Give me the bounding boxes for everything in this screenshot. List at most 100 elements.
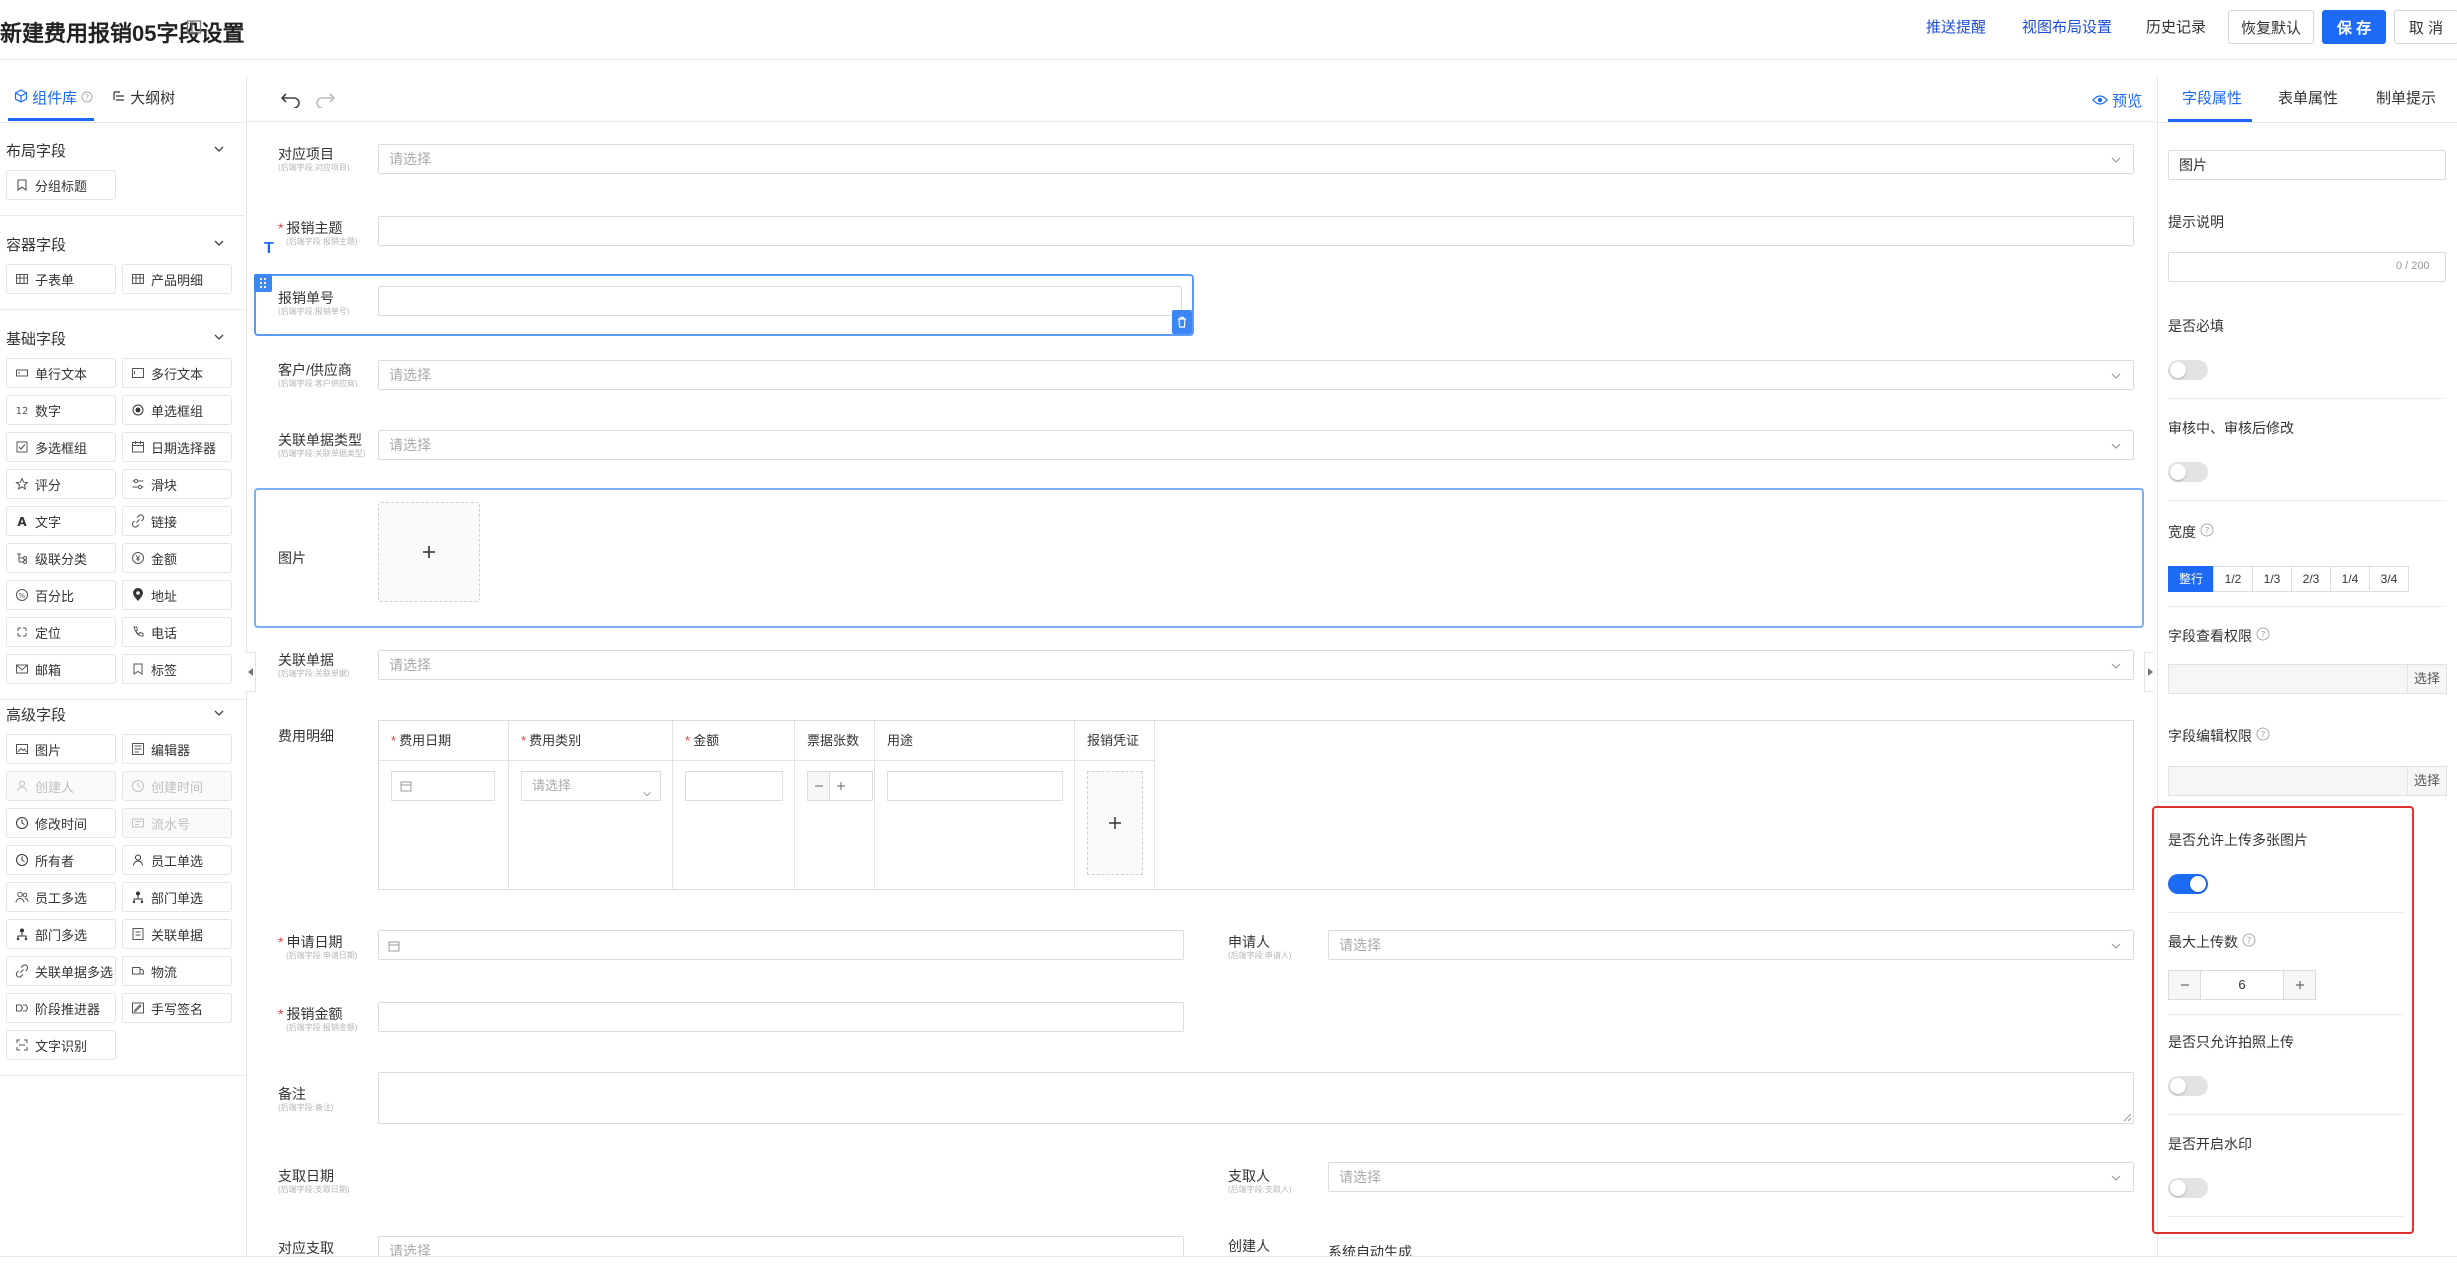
collapse-right-icon[interactable] (2144, 652, 2154, 692)
component-chip[interactable]: 单选框组 (122, 395, 232, 425)
camera-only-toggle[interactable] (2168, 1076, 2208, 1096)
history-link[interactable]: 历史记录 (2146, 16, 2206, 37)
component-chip[interactable]: 标签 (122, 654, 232, 684)
component-chip[interactable]: 单行文本 (6, 358, 116, 388)
minus-icon[interactable] (2169, 971, 2201, 999)
width-option[interactable]: 1/3 (2252, 566, 2292, 592)
number-input[interactable] (378, 286, 1182, 316)
view-perm-input[interactable] (2168, 664, 2408, 694)
expense-category-select[interactable]: 请选择 (521, 771, 661, 801)
component-chip[interactable]: 创建人 (6, 771, 116, 801)
component-chip[interactable]: 关联单据 (122, 919, 232, 949)
chevron-down-icon[interactable] (212, 330, 226, 344)
doc-select[interactable]: 请选择 (378, 650, 2134, 680)
minus-icon[interactable] (808, 772, 830, 800)
component-chip[interactable]: 员工多选 (6, 882, 116, 912)
restore-default-button[interactable]: 恢复默认 (2228, 10, 2315, 44)
section-title[interactable]: 容器字段 (6, 234, 66, 255)
help-icon[interactable]: ? (2256, 727, 2270, 741)
width-option[interactable]: 整行 (2168, 566, 2214, 592)
component-chip[interactable]: 关联单据多选 (6, 956, 116, 986)
component-chip[interactable]: 所有者 (6, 845, 116, 875)
width-option[interactable]: 3/4 (2369, 566, 2409, 592)
undo-icon[interactable] (280, 90, 302, 108)
component-chip[interactable]: 多选框组 (6, 432, 116, 462)
component-chip[interactable]: 链接 (122, 506, 232, 536)
component-chip[interactable]: % 百分比 (6, 580, 116, 610)
preview-button[interactable]: 预览 (2092, 90, 2142, 111)
component-chip[interactable]: 文字识别 (6, 1030, 116, 1060)
multi-upload-toggle[interactable] (2168, 874, 2208, 894)
chevron-down-icon[interactable] (212, 142, 226, 156)
tab-form-properties[interactable]: 表单属性 (2278, 76, 2338, 122)
project-select[interactable]: 请选择 (378, 144, 2134, 174)
expense-date-picker[interactable] (391, 771, 495, 801)
view-layout-settings-link[interactable]: 视图布局设置 (2022, 16, 2112, 37)
component-chip[interactable]: 创建时间 (122, 771, 232, 801)
view-perm-choose-button[interactable]: 选择 (2407, 664, 2447, 694)
component-chip[interactable]: 日期选择器 (122, 432, 232, 462)
component-chip[interactable]: A 文字 (6, 506, 116, 536)
component-chip[interactable]: 子表单 (6, 264, 116, 294)
component-chip[interactable]: 修改时间 (6, 808, 116, 838)
component-chip[interactable]: 电话 (122, 617, 232, 647)
component-chip[interactable]: 地址 (122, 580, 232, 610)
component-chip[interactable]: 滑块 (122, 469, 232, 499)
image-field-frame[interactable] (254, 488, 2144, 628)
help-icon[interactable]: ? (2256, 627, 2270, 641)
save-button[interactable]: 保 存 (2322, 10, 2386, 44)
remark-textarea[interactable] (378, 1072, 2134, 1124)
watermark-toggle[interactable] (2168, 1178, 2208, 1198)
component-chip[interactable]: 编辑器 (122, 734, 232, 764)
receipt-count-stepper[interactable] (807, 771, 873, 801)
delete-trash-icon[interactable] (1172, 310, 1192, 334)
component-chip[interactable]: 定位 (6, 617, 116, 647)
width-option[interactable]: 1/2 (2213, 566, 2253, 592)
payee-select[interactable]: 请选择 (1328, 1162, 2134, 1192)
plus-icon[interactable] (830, 772, 852, 800)
width-option[interactable]: 1/4 (2330, 566, 2370, 592)
modify-toggle[interactable] (2168, 462, 2208, 482)
component-chip[interactable]: 金额 (122, 543, 232, 573)
tab-field-properties[interactable]: 字段属性 (2182, 76, 2242, 122)
image-upload-box[interactable] (378, 502, 480, 602)
component-chip[interactable]: 阶段推进器 (6, 993, 116, 1023)
edit-perm-input[interactable] (2168, 766, 2408, 796)
section-title[interactable]: 高级字段 (6, 704, 66, 725)
component-chip[interactable]: 部门多选 (6, 919, 116, 949)
component-chip[interactable]: 部门单选 (122, 882, 232, 912)
width-option[interactable]: 2/3 (2291, 566, 2331, 592)
doc-type-select[interactable]: 请选择 (378, 430, 2134, 460)
redo-icon[interactable] (314, 90, 336, 108)
applicant-select[interactable]: 请选择 (1328, 930, 2134, 960)
drag-handle-icon[interactable] (254, 274, 272, 292)
component-chip[interactable]: 多行文本 (122, 358, 232, 388)
tab-form-tips[interactable]: 制单提示 (2376, 76, 2436, 122)
component-chip[interactable]: 评分 (6, 469, 116, 499)
component-chip[interactable]: 图片 (6, 734, 116, 764)
resize-handle-icon[interactable] (2122, 1112, 2132, 1122)
component-chip[interactable]: 分组标题 (6, 170, 116, 200)
push-reminder-link[interactable]: 推送提醒 (1926, 16, 1986, 37)
receipt-upload-box[interactable] (1087, 771, 1143, 875)
component-chip[interactable]: 流水号 (122, 808, 232, 838)
plus-icon[interactable] (2283, 971, 2315, 999)
customer-select[interactable]: 请选择 (378, 360, 2134, 390)
pay-select[interactable]: 请选择 (378, 1236, 1184, 1256)
subject-input[interactable] (378, 216, 2134, 246)
section-title[interactable]: 基础字段 (6, 328, 66, 349)
component-chip[interactable]: 级联分类 (6, 543, 116, 573)
field-name-input[interactable]: 图片 (2168, 150, 2446, 180)
component-chip[interactable]: 邮箱 (6, 654, 116, 684)
apply-date-picker[interactable] (378, 930, 1184, 960)
help-icon[interactable]: ? (2242, 933, 2256, 947)
cancel-button[interactable]: 取 消 (2394, 10, 2457, 44)
required-toggle[interactable] (2168, 360, 2208, 380)
section-title[interactable]: 布局字段 (6, 140, 66, 161)
component-chip[interactable]: 员工单选 (122, 845, 232, 875)
edit-perm-choose-button[interactable]: 选择 (2407, 766, 2447, 796)
component-chip[interactable]: 12 数字 (6, 395, 116, 425)
max-upload-value[interactable]: 6 (2201, 971, 2283, 999)
chevron-down-icon[interactable] (212, 706, 226, 720)
component-chip[interactable]: 物流 (122, 956, 232, 986)
